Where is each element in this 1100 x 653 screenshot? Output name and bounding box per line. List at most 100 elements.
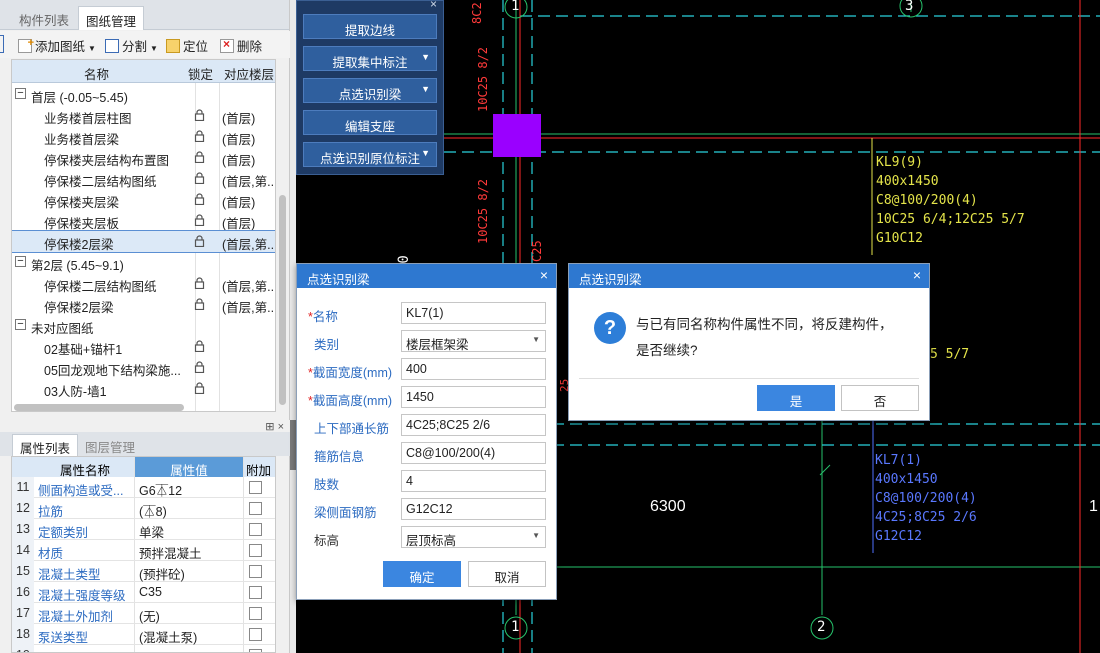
lock-icon[interactable] (194, 214, 205, 227)
lock-icon[interactable] (194, 130, 205, 143)
property-value[interactable]: 预拌混凝土 (139, 543, 202, 562)
ok-button[interactable]: 确定 (383, 561, 461, 587)
delete-button[interactable]: × 删除 (220, 36, 262, 55)
lock-icon[interactable] (194, 151, 205, 164)
tree-row[interactable]: 02基础+锚杆1 (12, 336, 275, 357)
tree-row[interactable]: 停保楼夹层梁 (首层) (12, 189, 275, 210)
property-row[interactable]: 16 混凝土强度等级 C35 (12, 582, 275, 603)
dropdown-arrow-icon[interactable]: ▼ (532, 531, 540, 540)
field-input[interactable]: 400 (401, 358, 546, 380)
tree-row[interactable]: 停保楼2层梁 (首层,第... (12, 230, 275, 253)
property-value[interactable]: G6⏄12 (139, 480, 182, 499)
pin-icon[interactable] (0, 35, 4, 53)
col-header-lock: 锁定 (188, 68, 214, 82)
tree-row[interactable]: 停保楼二层结构图纸 (首层,第... (12, 273, 275, 294)
property-value[interactable]: 单梁 (139, 522, 164, 541)
lock-icon[interactable] (194, 235, 205, 248)
lock-icon[interactable] (194, 340, 205, 353)
close-icon[interactable]: × (430, 0, 437, 11)
property-row[interactable]: 18 泵送类型 (混凝土泵) (12, 624, 275, 646)
tool-button[interactable]: 编辑支座 (303, 110, 437, 135)
extra-checkbox[interactable] (249, 586, 262, 599)
close-icon[interactable]: × (540, 267, 548, 283)
lock-icon[interactable] (194, 193, 205, 206)
property-row[interactable]: 19 泵送高度(m) (12, 645, 275, 652)
property-value[interactable]: (预拌砼) (139, 564, 185, 583)
dropdown-arrow-icon[interactable]: ▼ (421, 52, 430, 62)
tree-group-row[interactable]: − 第2层 (5.45~9.1) (12, 252, 275, 273)
dropdown-arrow-icon[interactable]: ▼ (532, 335, 540, 344)
field-input[interactable]: KL7(1) (401, 302, 546, 324)
lock-icon[interactable] (194, 109, 205, 122)
extra-checkbox[interactable] (249, 628, 262, 641)
extra-checkbox[interactable] (249, 502, 262, 515)
collapse-icon[interactable]: − (15, 88, 26, 99)
field-input[interactable]: 4 (401, 470, 546, 492)
tool-button[interactable]: 提取集中标注 ▼ (303, 46, 437, 71)
field-select[interactable]: 楼层框架梁 ▼ (401, 330, 546, 352)
field-input[interactable]: G12C12 (401, 498, 546, 520)
tree-row[interactable]: 停保楼夹层结构布置图 (首层) (12, 147, 275, 168)
tab-component-list[interactable]: 构件列表 (12, 6, 76, 30)
field-select[interactable]: 层顶标高 ▼ (401, 526, 546, 548)
tree-hscrollbar[interactable] (14, 404, 184, 411)
extra-checkbox[interactable] (249, 544, 262, 557)
column-highlight (493, 114, 541, 157)
property-value[interactable]: (无) (139, 606, 160, 625)
field-input[interactable]: C8@100/200(4) (401, 442, 546, 464)
property-row[interactable]: 12 拉筋 (⏄8) (12, 498, 275, 520)
lock-icon[interactable] (194, 277, 205, 290)
property-value[interactable]: C35 (139, 585, 162, 599)
add-drawing-button[interactable]: + 添加图纸 ▼ (18, 36, 96, 55)
field-input[interactable]: 1450 (401, 386, 546, 408)
cancel-button[interactable]: 取消 (468, 561, 546, 587)
tool-button[interactable]: 点选识别原位标注 ▼ (303, 142, 437, 167)
property-row[interactable]: 13 定额类别 单梁 (12, 519, 275, 541)
tree-row[interactable]: 业务楼首层梁 (首层) (12, 126, 275, 147)
row-index: 12 (12, 498, 34, 519)
lock-icon[interactable] (194, 382, 205, 395)
close-icon[interactable]: × (913, 267, 921, 283)
extra-checkbox[interactable] (249, 565, 262, 578)
lock-icon[interactable] (194, 361, 205, 374)
collapse-icon[interactable]: − (15, 319, 26, 330)
property-value[interactable]: (混凝土泵) (139, 627, 197, 646)
tool-button[interactable]: 点选识别梁 ▼ (303, 78, 437, 103)
property-row[interactable]: 17 混凝土外加剂 (无) (12, 603, 275, 625)
tree-row[interactable]: 停保楼2层梁 (首层,第... (12, 294, 275, 315)
tool-button[interactable]: 提取边线 (303, 14, 437, 39)
tree-vscrollbar[interactable] (279, 195, 286, 405)
tree-group-row[interactable]: − 未对应图纸 (12, 315, 275, 336)
lock-icon[interactable] (194, 172, 205, 185)
tab-layer-manage[interactable]: 图层管理 (78, 434, 142, 456)
tree-row[interactable]: 03人防-墙1 (12, 378, 275, 399)
tree-row[interactable]: 停保楼夹层板 (首层) (12, 210, 275, 231)
dropdown-arrow-icon[interactable]: ▼ (421, 84, 430, 94)
extra-checkbox[interactable] (249, 607, 262, 620)
property-row[interactable]: 14 材质 预拌混凝土 (12, 540, 275, 562)
collapse-icon[interactable]: − (15, 256, 26, 267)
property-row[interactable]: 15 混凝土类型 (预拌砼) (12, 561, 275, 583)
locate-button[interactable]: 定位 (166, 36, 208, 55)
tab-property-list[interactable]: 属性列表 (12, 434, 79, 456)
extra-checkbox[interactable] (249, 649, 262, 652)
tree-row[interactable]: 业务楼首层柱图 (首层) (12, 105, 275, 126)
field-input[interactable]: 4C25;8C25 2/6 (401, 414, 546, 436)
extra-checkbox[interactable] (249, 523, 262, 536)
property-row[interactable]: 11 侧面构造或受... G6⏄12 (12, 477, 275, 499)
extra-checkbox[interactable] (249, 481, 262, 494)
split-icon (105, 39, 119, 53)
tree-row[interactable]: 停保楼二层结构图纸 (首层,第... (12, 168, 275, 189)
lock-icon[interactable] (194, 298, 205, 311)
yes-button[interactable]: 是 (757, 385, 835, 411)
split-button[interactable]: 分割 ▼ (105, 36, 158, 55)
tree-row[interactable]: 05回龙观地下结构梁施... (12, 357, 275, 378)
dropdown-arrow-icon[interactable]: ▼ (421, 148, 430, 158)
property-value[interactable]: (⏄8) (139, 501, 167, 520)
note-upper-line: C8@100/200(4) (876, 193, 978, 208)
tree-group-row[interactable]: − 首层 (-0.05~5.45) (12, 84, 275, 105)
tab-drawing-manage[interactable]: 图纸管理 (78, 6, 145, 30)
dialog-title: 点选识别梁 (307, 273, 370, 287)
row-index: 15 (12, 561, 34, 582)
no-button[interactable]: 否 (841, 385, 919, 411)
